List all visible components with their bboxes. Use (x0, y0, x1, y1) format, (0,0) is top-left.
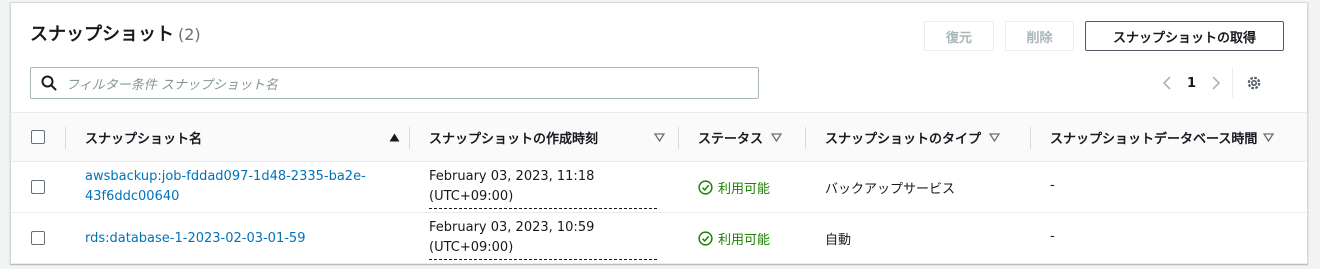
snapshot-type: 自動 (825, 233, 852, 248)
db-time: - (1050, 229, 1055, 244)
table-header: スナップショット名 スナップショットの作成時刻 ステータス スナップショットのタ… (11, 112, 1307, 162)
current-page[interactable]: 1 (1187, 76, 1196, 91)
column-header-created[interactable]: スナップショットの作成時刻 (409, 113, 679, 161)
page-title: スナップショット (2) (30, 20, 201, 46)
column-divider (409, 127, 410, 149)
column-header-name[interactable]: スナップショット名 (65, 113, 410, 161)
take-snapshot-button[interactable]: スナップショットの取得 (1085, 21, 1284, 51)
snapshots-table: スナップショット名 スナップショットの作成時刻 ステータス スナップショットのタ… (11, 112, 1307, 264)
snapshot-name-link[interactable]: awsbackup:job-fddad097-1d48-2335-ba2e- 4… (85, 167, 395, 207)
snapshots-panel: スナップショット (2) 復元 削除 スナップショットの取得 フィルター条件 スナ… (10, 2, 1308, 264)
search-icon (41, 75, 57, 91)
column-header-type[interactable]: スナップショットのタイプ (805, 113, 1030, 161)
created-time[interactable]: February 03, 2023, 10:59 (UTC+09:00) (429, 218, 657, 260)
snapshot-name-link[interactable]: rds:database-1-2023-02-03-01-59 (85, 229, 395, 249)
chevron-left-icon[interactable] (1161, 75, 1173, 91)
select-all-checkbox[interactable] (31, 130, 45, 144)
status-text: 利用可能 (718, 182, 771, 197)
db-time: - (1050, 178, 1055, 193)
restore-button[interactable]: 復元 (924, 21, 994, 51)
column-divider (1030, 127, 1031, 149)
title-text: スナップショット (30, 24, 174, 45)
column-label: スナップショットのタイプ (825, 131, 982, 147)
sort-icon[interactable] (654, 132, 665, 142)
check-circle-icon (698, 231, 713, 246)
created-time-line2: (UTC+09:00) (429, 240, 514, 255)
chevron-right-icon[interactable] (1210, 75, 1222, 91)
row-checkbox[interactable] (31, 180, 45, 194)
column-label: スナップショットデータベース時間 (1050, 131, 1258, 147)
row-checkbox[interactable] (31, 231, 45, 245)
column-divider (678, 127, 679, 149)
status-badge: 利用可能 (698, 229, 770, 248)
column-header-status[interactable]: ステータス (678, 113, 805, 161)
table-row: rds:database-1-2023-02-03-01-59 February… (11, 213, 1307, 264)
sort-icon[interactable] (1263, 132, 1275, 142)
status-badge: 利用可能 (698, 178, 770, 197)
snapshot-name-line1: awsbackup:job-fddad097-1d48-2335-ba2e- (85, 169, 366, 184)
pagination: 1 (1161, 68, 1263, 98)
column-divider (805, 127, 806, 149)
column-divider (65, 127, 66, 149)
sort-icon[interactable] (989, 132, 1001, 142)
column-header-db-time[interactable]: スナップショットデータベース時間 (1030, 113, 1307, 161)
snapshot-name-line1: rds:database-1-2023-02-03-01-59 (85, 231, 306, 246)
gear-icon[interactable] (1245, 74, 1263, 92)
column-label: スナップショットの作成時刻 (429, 131, 599, 147)
created-time-line1: February 03, 2023, 11:18 (429, 169, 595, 184)
delete-button[interactable]: 削除 (1005, 21, 1074, 51)
snapshot-count: (2) (178, 25, 201, 44)
snapshot-name-line2: 43f6ddc00640 (85, 189, 180, 204)
snapshot-type: バックアップサービス (825, 182, 956, 197)
sort-ascending-icon[interactable] (389, 133, 400, 142)
table-row: awsbackup:job-fddad097-1d48-2335-ba2e- 4… (11, 162, 1307, 213)
status-text: 利用可能 (718, 233, 771, 248)
column-label: スナップショット名 (85, 131, 203, 147)
column-label: ステータス (698, 131, 764, 147)
check-circle-icon (698, 180, 713, 195)
created-time[interactable]: February 03, 2023, 11:18 (UTC+09:00) (429, 167, 657, 209)
sort-icon[interactable] (771, 132, 783, 142)
pager-divider (1232, 68, 1234, 98)
created-time-line2: (UTC+09:00) (429, 189, 514, 204)
search-placeholder: フィルター条件 スナップショット名 (66, 77, 278, 93)
created-time-line1: February 03, 2023, 10:59 (429, 220, 595, 235)
search-input[interactable]: フィルター条件 スナップショット名 (30, 67, 759, 99)
